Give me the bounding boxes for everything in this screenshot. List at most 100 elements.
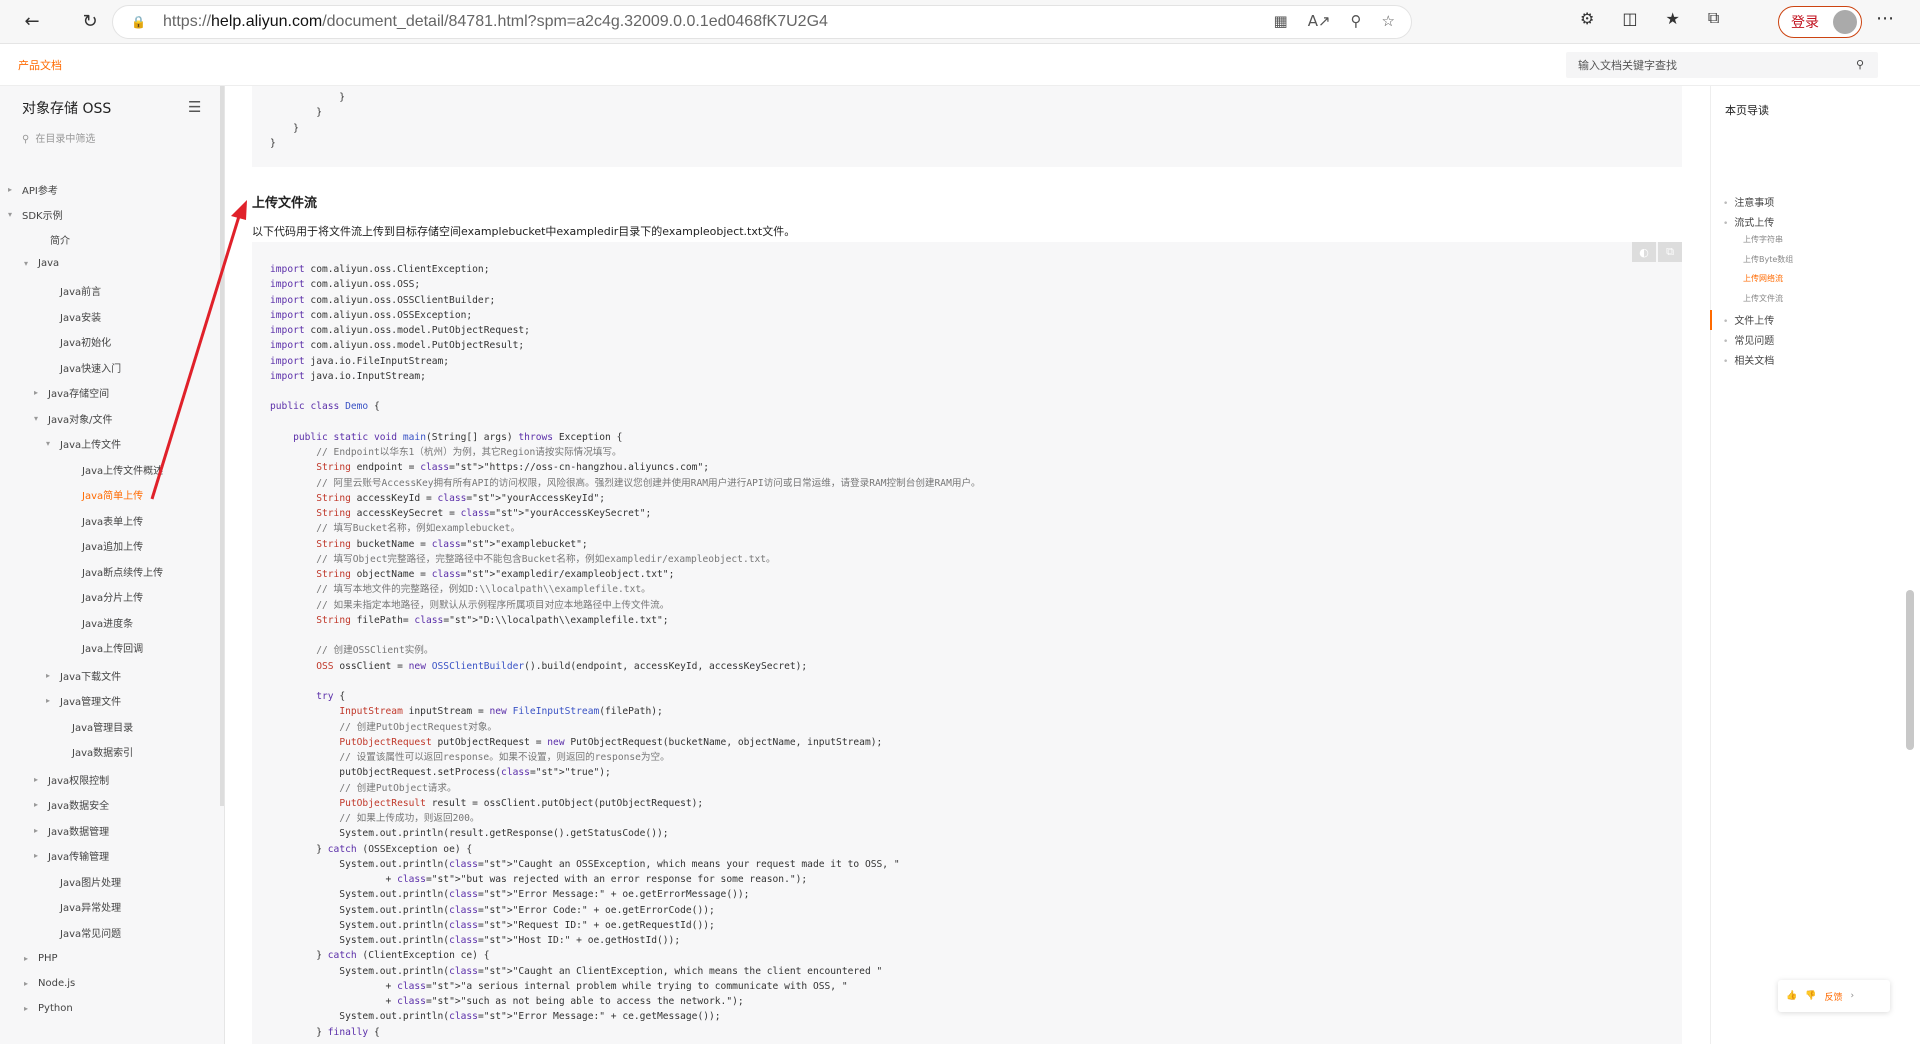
sidebar-item[interactable]: Java简单上传 bbox=[82, 487, 143, 502]
sidebar-item[interactable]: ▸ Java数据安全 bbox=[34, 797, 109, 812]
sidebar-item-label: Java进度条 bbox=[82, 619, 134, 630]
chevron-right-icon[interactable]: ▸ bbox=[24, 954, 34, 963]
toc-item[interactable]: • 流式上传 bbox=[1723, 214, 1774, 229]
menu-icon[interactable]: ☰ bbox=[188, 98, 201, 116]
sidebar-item[interactable]: ▸ Java权限控制 bbox=[34, 772, 109, 787]
brand-link[interactable]: 产品文档 bbox=[18, 57, 62, 73]
sidebar-item[interactable]: ▸ Java存储空间 bbox=[34, 385, 109, 400]
sidebar-scrollbar[interactable] bbox=[220, 86, 224, 806]
sidebar-item[interactable]: Java前言 bbox=[60, 283, 101, 298]
toc-subitem[interactable]: 上传网络流 bbox=[1743, 273, 1783, 284]
toc-item[interactable]: • 常见问题 bbox=[1723, 332, 1774, 347]
back-icon[interactable]: ← bbox=[18, 8, 46, 36]
sidebar-item[interactable]: ▸ Java管理文件 bbox=[46, 693, 121, 708]
sidebar-filter-input[interactable]: ⚲ 在目录中筛选 bbox=[22, 130, 95, 145]
toc-subitem[interactable]: 上传Byte数组 bbox=[1743, 254, 1793, 265]
avatar bbox=[1833, 10, 1857, 34]
sidebar-item[interactable]: Java进度条 bbox=[82, 615, 133, 630]
chevron-down-icon[interactable]: ▾ bbox=[46, 439, 56, 448]
chevron-right-icon[interactable]: ▸ bbox=[34, 826, 44, 835]
chevron-right-icon[interactable]: ▸ bbox=[34, 800, 44, 809]
sidebar-item[interactable]: ▸ Python bbox=[24, 1003, 73, 1014]
sidebar-item[interactable]: Java上传文件概述 bbox=[82, 462, 163, 477]
sidebar-item[interactable]: 简介 bbox=[50, 232, 70, 247]
sidebar-item[interactable]: ▸ Java下载文件 bbox=[46, 668, 121, 683]
sidebar-item-label: 简介 bbox=[50, 236, 70, 247]
chevron-right-icon[interactable]: ▸ bbox=[8, 185, 18, 194]
collections-icon[interactable]: ⧉ bbox=[1708, 8, 1719, 28]
sidebar-item[interactable]: ▾ Java对象/文件 bbox=[34, 411, 113, 426]
thumbs-down-icon[interactable]: 👎 bbox=[1805, 991, 1816, 1001]
address-bar[interactable]: 🔒 https://help.aliyun.com/document_detai… bbox=[112, 5, 1412, 39]
chevron-right-icon[interactable]: › bbox=[1850, 991, 1854, 1001]
sidebar-item[interactable]: Java异常处理 bbox=[60, 899, 121, 914]
reload-icon[interactable]: ↻ bbox=[76, 8, 104, 36]
sidebar-item[interactable]: ▾ Java上传文件 bbox=[46, 436, 121, 451]
sidebar-item[interactable]: ▸ API参考 bbox=[8, 182, 58, 197]
chevron-down-icon[interactable]: ▾ bbox=[34, 414, 44, 423]
chevron-right-icon[interactable]: ▸ bbox=[34, 851, 44, 860]
doc-search-input[interactable]: 输入文档关键字查找 ⚲ bbox=[1566, 52, 1878, 78]
sidebar-item-label: Node.js bbox=[38, 978, 76, 989]
bullet-icon: • bbox=[1723, 337, 1729, 347]
thumbs-up-icon[interactable]: 👍 bbox=[1786, 991, 1797, 1001]
chevron-right-icon[interactable]: ▸ bbox=[46, 671, 56, 680]
sidebar-item[interactable]: Java追加上传 bbox=[82, 538, 143, 553]
toc-item[interactable]: • 相关文档 bbox=[1723, 352, 1774, 367]
sidebar-item[interactable]: ▸ Node.js bbox=[24, 978, 75, 989]
login-button[interactable]: 登录 bbox=[1778, 6, 1862, 38]
toc-subitem[interactable]: 上传文件流 bbox=[1743, 293, 1783, 304]
sidebar-item[interactable]: Java上传回调 bbox=[82, 640, 143, 655]
code-block: import com.aliyun.oss.ClientException; i… bbox=[252, 242, 1682, 1044]
sidebar-item[interactable]: Java断点续传上传 bbox=[82, 564, 163, 579]
sidebar-item[interactable]: Java常见问题 bbox=[60, 925, 121, 940]
sidebar-item-label: API参考 bbox=[22, 186, 58, 197]
code-previous: } } } } bbox=[270, 92, 346, 149]
toc-item[interactable]: • 文件上传 bbox=[1723, 312, 1774, 327]
chevron-right-icon[interactable]: ▸ bbox=[34, 388, 44, 397]
site-header: 产品文档 输入文档关键字查找 ⚲ bbox=[0, 44, 1920, 86]
page-scrollbar[interactable] bbox=[1906, 590, 1914, 750]
apps-icon[interactable]: ▦ bbox=[1274, 12, 1288, 30]
sidebar-item-label: PHP bbox=[38, 953, 58, 964]
extensions-icon[interactable]: ⚙ bbox=[1580, 9, 1594, 28]
favorite-add-icon[interactable]: ☆ bbox=[1382, 12, 1395, 30]
chevron-right-icon[interactable]: ▸ bbox=[34, 775, 44, 784]
sidebar-item[interactable]: Java图片处理 bbox=[60, 874, 121, 889]
toc-subitem[interactable]: 上传字符串 bbox=[1743, 234, 1783, 245]
zoom-icon[interactable]: ⚲ bbox=[1351, 12, 1362, 30]
sidebar-item[interactable]: ▸ Java传输管理 bbox=[34, 848, 109, 863]
toc-item[interactable]: • 注意事项 bbox=[1723, 194, 1774, 209]
sidebar-item[interactable]: Java初始化 bbox=[60, 334, 111, 349]
sidebar-item[interactable]: Java分片上传 bbox=[82, 589, 143, 604]
search-icon[interactable]: ⚲ bbox=[1856, 58, 1864, 71]
sidebar-item[interactable]: ▸ PHP bbox=[24, 953, 58, 964]
bullet-icon: • bbox=[1723, 357, 1729, 367]
sidebar-item-label: Java传输管理 bbox=[48, 852, 110, 863]
chevron-right-icon[interactable]: ▸ bbox=[46, 696, 56, 705]
sidebar-item[interactable]: Java快速入门 bbox=[60, 360, 121, 375]
split-screen-icon[interactable]: ◫ bbox=[1622, 9, 1637, 28]
sidebar-item-label: Java存储空间 bbox=[48, 389, 110, 400]
sidebar-item[interactable]: ▾ SDK示例 bbox=[8, 207, 63, 222]
browser-toolbar: ← ↻ 🔒 https://help.aliyun.com/document_d… bbox=[0, 0, 1920, 44]
sidebar-item[interactable]: ▾ Java bbox=[24, 258, 59, 269]
read-aloud-icon[interactable]: A↗ bbox=[1308, 12, 1331, 30]
chevron-down-icon[interactable]: ▾ bbox=[24, 259, 34, 268]
copy-icon[interactable]: ⧉ bbox=[1658, 242, 1682, 262]
page-toc: 本页导读 • 注意事项 • 流式上传 上传字符串 上传Byte数组 上传网络流 上传文件流 • 文… bbox=[1710, 86, 1900, 1044]
chevron-down-icon[interactable]: ▾ bbox=[8, 210, 18, 219]
sidebar-item[interactable]: Java表单上传 bbox=[82, 513, 143, 528]
toggle-icon[interactable]: ◐ bbox=[1632, 242, 1656, 262]
chevron-right-icon[interactable]: ▸ bbox=[24, 979, 34, 988]
sidebar-item[interactable]: ▸ Java数据管理 bbox=[34, 823, 109, 838]
toc-item-label: 注意事项 bbox=[1734, 198, 1775, 209]
sidebar-item[interactable]: Java安装 bbox=[60, 309, 101, 324]
sidebar-item[interactable]: Java数据索引 bbox=[72, 744, 133, 759]
more-icon[interactable]: ⋯ bbox=[1876, 8, 1894, 29]
sidebar-item-label: Java分片上传 bbox=[82, 593, 144, 604]
sidebar-item[interactable]: Java管理目录 bbox=[72, 719, 133, 734]
favorites-icon[interactable]: ★ bbox=[1665, 9, 1679, 28]
chevron-right-icon[interactable]: ▸ bbox=[24, 1004, 34, 1013]
feedback-button[interactable]: 反馈 bbox=[1824, 990, 1842, 1003]
